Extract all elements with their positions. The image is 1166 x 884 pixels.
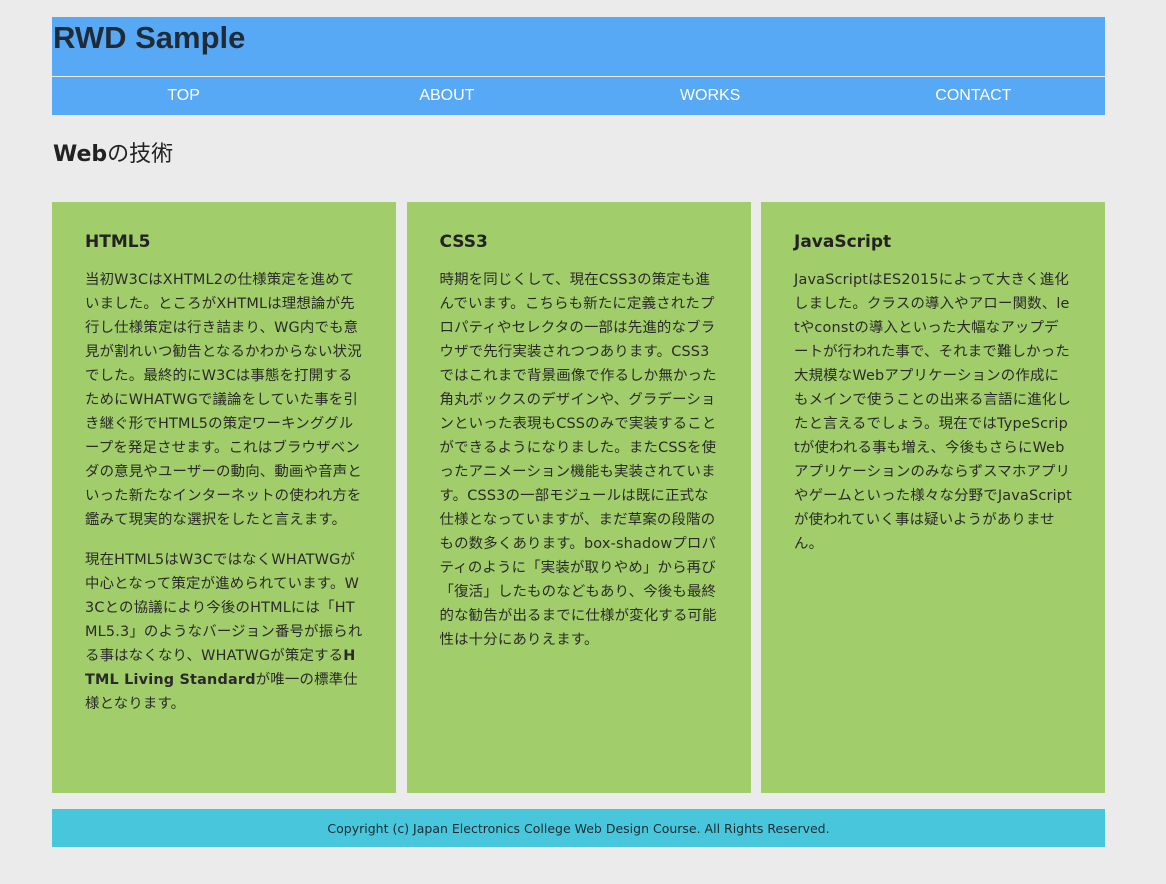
- site-footer: Copyright (c) Japan Electronics College …: [52, 809, 1105, 847]
- card-title: JavaScript: [794, 232, 892, 252]
- global-nav: TOP ABOUT WORKS CONTACT: [52, 77, 1105, 115]
- site-title[interactable]: RWD Sample: [53, 19, 245, 57]
- nav-item-works[interactable]: WORKS: [579, 77, 842, 115]
- card-html5: HTML5 当初W3CはXHTML2の仕様策定を進めていました。ところがXHTM…: [52, 202, 396, 793]
- card-title: CSS3: [439, 232, 488, 252]
- nav-item-contact[interactable]: CONTACT: [842, 77, 1105, 115]
- card-title: HTML5: [85, 232, 151, 252]
- card-javascript: JavaScript JavaScriptはES2015によって大きく進化しまし…: [761, 202, 1105, 793]
- card-paragraph: JavaScriptはES2015によって大きく進化しました。クラスの導入やアロ…: [794, 272, 1072, 552]
- section-title: Webの技術: [53, 140, 173, 170]
- section-title-bold: Web: [53, 142, 108, 167]
- card-paragraph: 時期を同じくして、現在CSS3の策定も進んでいます。こちらも新たに定義されたプロ…: [439, 272, 717, 648]
- card-paragraph: 現在HTML5はW3CではなくWHATWGが中心となって策定が進められています。…: [85, 548, 363, 716]
- nav-item-top[interactable]: TOP: [52, 77, 315, 115]
- nav-item-about[interactable]: ABOUT: [315, 77, 578, 115]
- copyright-text: Copyright (c) Japan Electronics College …: [327, 820, 830, 836]
- card-css3: CSS3 時期を同じくして、現在CSS3の策定も進んでいます。こちらも新たに定義…: [406, 202, 751, 793]
- tech-cards: HTML5 当初W3CはXHTML2の仕様策定を進めていました。ところがXHTM…: [52, 202, 1105, 793]
- page-wrapper: RWD Sample TOP ABOUT WORKS CONTACT Webの技…: [52, 17, 1105, 847]
- card-text: 現在HTML5はW3CではなくWHATWGが中心となって策定が進められています。…: [85, 552, 363, 664]
- card-paragraph: 当初W3CはXHTML2の仕様策定を進めていました。ところがXHTMLは理想論が…: [85, 272, 362, 528]
- section-title-rest: の技術: [107, 142, 174, 167]
- site-header: RWD Sample: [52, 17, 1105, 76]
